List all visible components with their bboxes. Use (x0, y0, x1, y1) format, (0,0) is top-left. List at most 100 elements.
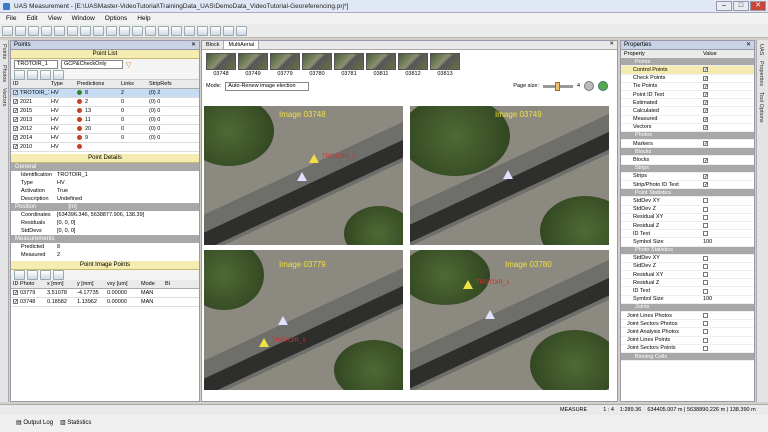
property-row[interactable]: Symbol Size 100 (621, 238, 754, 247)
checkbox-icon[interactable] (703, 313, 708, 319)
col-bl[interactable]: Bl (163, 281, 179, 287)
pointer-icon[interactable] (28, 25, 39, 36)
block-icon[interactable] (210, 25, 221, 36)
menu-help[interactable]: Help (137, 15, 150, 22)
checkbox-icon[interactable]: ✓ (13, 126, 18, 132)
checkbox-icon[interactable] (703, 329, 708, 335)
checkbox-icon[interactable]: ✓ (703, 92, 708, 98)
checkbox-icon[interactable] (703, 321, 708, 327)
table-row[interactable]: ✓ 2021 HV 2 0 (0) 0 (11, 98, 199, 107)
checkbox-icon[interactable] (703, 214, 708, 220)
table-icon[interactable] (53, 69, 64, 80)
detail-value[interactable]: 8 (57, 244, 60, 250)
detail-value[interactable]: 2 (57, 252, 60, 258)
col-predictions[interactable]: Predictions (75, 81, 119, 87)
delete-point-icon[interactable] (132, 25, 143, 36)
point-filter-select[interactable]: TROTOIR_1 (14, 60, 58, 69)
property-row[interactable]: Measured ✓ (621, 116, 754, 124)
checkbox-icon[interactable]: ✓ (13, 299, 18, 305)
col-id[interactable]: ID (11, 81, 49, 87)
detail-value[interactable]: [0, 0, 0] (57, 228, 75, 234)
checkbox-icon[interactable] (703, 223, 708, 229)
property-row[interactable]: Strips (621, 164, 754, 173)
control-point-marker[interactable] (259, 338, 269, 347)
col-type[interactable]: Type (49, 81, 75, 87)
view-close-icon[interactable]: ✕ (609, 41, 617, 49)
property-row[interactable]: StdDev XY (621, 255, 754, 263)
property-row[interactable]: Check Points ✓ (621, 75, 754, 83)
settings-icon[interactable] (158, 25, 169, 36)
property-row[interactable]: Points (621, 58, 754, 67)
calc-icon[interactable] (236, 25, 247, 36)
tab-photos[interactable]: Photos (1, 65, 7, 82)
checkbox-icon[interactable]: ✓ (703, 173, 708, 179)
thumbnail[interactable]: 03780 (302, 53, 332, 77)
checkbox-icon[interactable] (703, 345, 708, 351)
checkbox-icon[interactable]: ✓ (13, 144, 18, 150)
property-row[interactable]: Point ID Text ✓ (621, 91, 754, 100)
estimated-point-marker[interactable] (503, 170, 513, 179)
detail-value[interactable]: True (57, 188, 68, 194)
tab-tool-options[interactable]: Tool Options (758, 92, 764, 123)
property-row[interactable]: Strip/Photo ID Text ✓ (621, 181, 754, 190)
checkbox-icon[interactable] (703, 280, 708, 286)
property-row[interactable]: Point Statistics (621, 189, 754, 198)
col-striprefs[interactable]: StripRefs (147, 81, 187, 87)
property-row[interactable]: Vectors ✓ (621, 124, 754, 132)
checkbox-icon[interactable] (703, 263, 708, 269)
control-point-marker[interactable] (463, 280, 473, 289)
property-row[interactable]: StdDev Z (621, 263, 754, 272)
property-row[interactable]: Joints (621, 303, 754, 312)
checkbox-icon[interactable]: ✓ (13, 135, 18, 141)
checkbox-icon[interactable] (703, 337, 708, 343)
prev-page-button[interactable] (584, 81, 595, 91)
checkbox-icon[interactable]: ✓ (13, 290, 18, 296)
property-row[interactable]: Estimated ✓ (621, 99, 754, 108)
delete-icon[interactable] (27, 69, 38, 80)
checkbox-icon[interactable]: ✓ (703, 157, 708, 163)
property-row[interactable]: Joint Sectors Photos (621, 320, 754, 329)
tab-output-log[interactable]: ▤ Output Log (16, 419, 53, 426)
layers-icon[interactable] (145, 25, 156, 36)
pan-icon[interactable] (54, 25, 65, 36)
close-icon[interactable] (40, 270, 51, 280)
grid-view-icon[interactable] (53, 270, 64, 280)
tab-properties[interactable]: Properties (758, 61, 764, 86)
thumbnail[interactable]: 03811 (366, 53, 396, 77)
table-row[interactable]: ✓ 2015 HV 13 0 (0) 0 (11, 107, 199, 116)
thumbnail[interactable]: 03748 (206, 53, 236, 77)
table-row[interactable]: ✓ 2014 HV 9 0 (0) 0 (11, 134, 199, 143)
checkbox-icon[interactable]: ✓ (703, 83, 708, 89)
checkbox-icon[interactable]: ✓ (703, 182, 708, 188)
table-row[interactable]: ✓ 2012 HV 20 0 (0) 0 (11, 125, 199, 134)
menu-options[interactable]: Options (105, 15, 127, 22)
open-icon[interactable] (2, 25, 13, 36)
property-row[interactable]: StdDev XY (621, 197, 754, 206)
property-row[interactable]: Binning Cells (621, 352, 754, 362)
delete-image-point-icon[interactable] (27, 270, 38, 280)
next-page-button[interactable] (598, 81, 609, 91)
checkbox-icon[interactable]: ✓ (703, 67, 708, 73)
col-links[interactable]: Links (119, 81, 147, 87)
col-x-mm[interactable]: x [mm] (45, 281, 75, 287)
property-row[interactable]: Residual XY (621, 214, 754, 222)
property-value[interactable]: 100 (703, 239, 712, 245)
estimated-point-marker[interactable] (278, 316, 288, 325)
property-row[interactable]: StdDev Z (621, 206, 754, 214)
image-view-03779[interactable]: Image 03779 TROTOIR_1 (204, 250, 403, 390)
image-view-03749[interactable]: Image 03749 (410, 106, 609, 245)
close-icon[interactable]: ✕ (746, 41, 751, 50)
tab-block[interactable]: Block (202, 41, 225, 49)
tab-vectors[interactable]: Vectors (1, 88, 7, 106)
detail-value[interactable]: HV (57, 180, 65, 186)
property-row[interactable]: Symbol Size 100 (621, 296, 754, 304)
zoom-in-icon[interactable] (67, 25, 78, 36)
strip-icon[interactable] (197, 25, 208, 36)
property-row[interactable]: Joint Sectors Points (621, 345, 754, 353)
checkbox-icon[interactable] (703, 231, 708, 237)
minimize-button[interactable]: – (716, 1, 732, 11)
tab-statistics[interactable]: ▥ Statistics (60, 419, 91, 426)
property-row[interactable]: Photos (621, 131, 754, 141)
measure-icon[interactable] (106, 25, 117, 36)
close-icon[interactable]: ✕ (191, 41, 196, 50)
